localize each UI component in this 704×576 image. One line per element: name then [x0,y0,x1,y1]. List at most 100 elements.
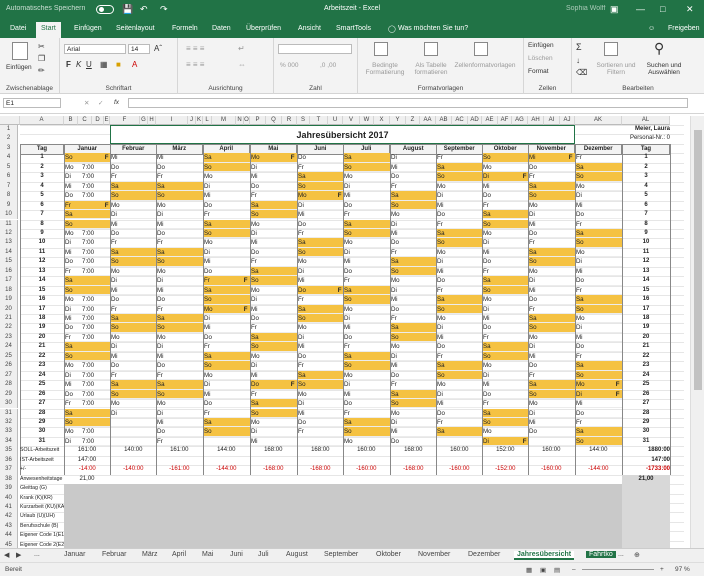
sheet-tab[interactable]: Fahrtko [586,551,616,558]
day-cell[interactable]: Mi [575,201,622,211]
day-cell[interactable]: Fr [250,323,297,333]
undo-icon[interactable]: ↶ [140,4,148,15]
day-cell[interactable]: Sa [343,417,390,428]
day-cell[interactable]: Mi [297,210,344,220]
day-cell[interactable]: So [297,181,344,192]
day-cell[interactable]: Mo [297,257,344,267]
day-cell[interactable]: Fr [390,380,437,390]
day-cell[interactable]: So [110,257,157,267]
day-cell[interactable]: Do [203,333,250,343]
day-cell[interactable]: Do [156,163,203,173]
day-cell[interactable]: Mi [575,333,622,343]
day-cell[interactable]: Fr [575,352,622,362]
day-cell[interactable]: Do 7:00 [64,257,111,267]
day-cell[interactable]: So [203,361,250,371]
day-cell[interactable]: Sa [436,295,483,305]
day-cell[interactable]: Sa [64,408,111,418]
day-cell[interactable]: Do F [297,285,344,296]
day-cell[interactable]: Mi [528,418,575,428]
day-cell[interactable]: So [64,417,111,428]
day-cell[interactable]: Di [436,257,483,267]
day-cell[interactable]: So [482,219,529,229]
row-header[interactable]: 19 [0,295,18,305]
fx-label[interactable]: fx [114,99,119,106]
day-cell[interactable]: Sa [297,172,344,182]
day-cell[interactable]: So [343,295,390,305]
day-cell[interactable]: So [343,162,390,173]
tab-nav-prev-icon[interactable]: ◀ [4,551,9,559]
column-header[interactable]: AC [452,116,468,125]
row-header[interactable]: 34 [0,436,18,447]
day-cell[interactable]: Mo [575,314,622,324]
day-cell[interactable]: Do [297,153,344,163]
day-cell[interactable]: Di [297,399,344,409]
day-cell[interactable]: So [250,342,297,352]
column-header[interactable]: D [92,116,104,125]
day-cell[interactable]: Fr [203,342,250,352]
day-cell[interactable]: Di F [575,389,622,400]
row-header[interactable]: 14 [0,247,18,258]
day-cell[interactable]: Mo F [575,380,622,390]
day-cell[interactable]: Do 7:00 [64,191,111,201]
day-cell[interactable]: Mo [343,305,390,314]
day-cell[interactable]: Di 7:00 [64,305,111,314]
day-cell[interactable]: Mi [390,163,437,173]
day-cell[interactable]: So [390,266,437,277]
day-cell[interactable]: Fr [482,267,529,277]
sort-filter-button[interactable]: Sortieren und Filtern [596,62,636,76]
day-cell[interactable]: Sa [575,162,622,173]
day-cell[interactable]: Mo [343,437,390,447]
day-cell[interactable]: Sa [482,276,529,286]
day-cell[interactable]: So [203,427,250,437]
row-header[interactable]: 33 [0,427,18,437]
column-header[interactable]: Q [266,116,282,125]
row-header[interactable]: 23 [0,332,18,343]
column-header[interactable]: J [188,116,196,125]
day-cell[interactable]: Fr [482,333,529,343]
align-left-icon[interactable]: ≡ ≡ ≡ [186,60,204,69]
day-cell[interactable]: Mi [528,220,575,229]
day-cell[interactable]: Do [528,163,575,173]
row-header[interactable]: 1 [0,125,18,135]
empty-day-cell[interactable] [110,427,157,437]
day-cell[interactable]: Mo [482,229,529,239]
day-cell[interactable]: Fr [156,305,203,314]
font-color-icon[interactable]: A [132,60,137,69]
corner-select-all[interactable] [0,116,20,125]
sheet-tab[interactable]: Januar [64,551,85,558]
column-header[interactable]: AL [622,116,670,125]
day-cell[interactable]: Mo [436,380,483,390]
sheet-tab[interactable]: Jahresübersicht [514,551,575,560]
day-cell[interactable]: Sa [436,427,483,437]
day-cell[interactable]: Mi [482,380,529,390]
day-cell[interactable]: So [297,380,344,390]
zoom-in-icon[interactable]: + [660,566,664,573]
search-icon[interactable]: ⚲ [654,40,664,57]
empty-day-cell[interactable] [297,437,344,447]
day-cell[interactable]: Do [156,427,203,437]
day-cell[interactable]: Sa [297,304,344,314]
day-cell[interactable]: Di [482,371,529,381]
sheet-tab[interactable]: Juli [258,551,269,558]
day-cell[interactable]: Do [297,352,344,362]
conditional-format-icon[interactable] [374,42,388,56]
day-cell[interactable]: Do [250,314,297,324]
day-cell[interactable]: So [575,370,622,381]
day-cell[interactable]: So [575,436,622,447]
redo-icon[interactable]: ↷ [160,4,168,15]
day-cell[interactable]: So [390,332,437,343]
day-cell[interactable]: Fr [390,314,437,324]
column-header[interactable]: W [360,116,374,125]
row-header[interactable]: 12 [0,228,18,239]
day-cell[interactable]: Fr [343,342,390,352]
day-cell[interactable]: Sa [528,247,575,258]
day-cell[interactable]: Di [528,210,575,220]
day-cell[interactable]: Sa [343,285,390,296]
day-cell[interactable]: Mo [390,342,437,352]
day-cell[interactable]: Fr [343,276,390,286]
day-cell[interactable]: Di [156,210,203,220]
day-cell[interactable]: Mi [390,427,437,437]
sort-filter-icon[interactable] [604,42,618,56]
row-header[interactable]: 17 [0,276,18,286]
day-cell[interactable]: So [250,276,297,286]
